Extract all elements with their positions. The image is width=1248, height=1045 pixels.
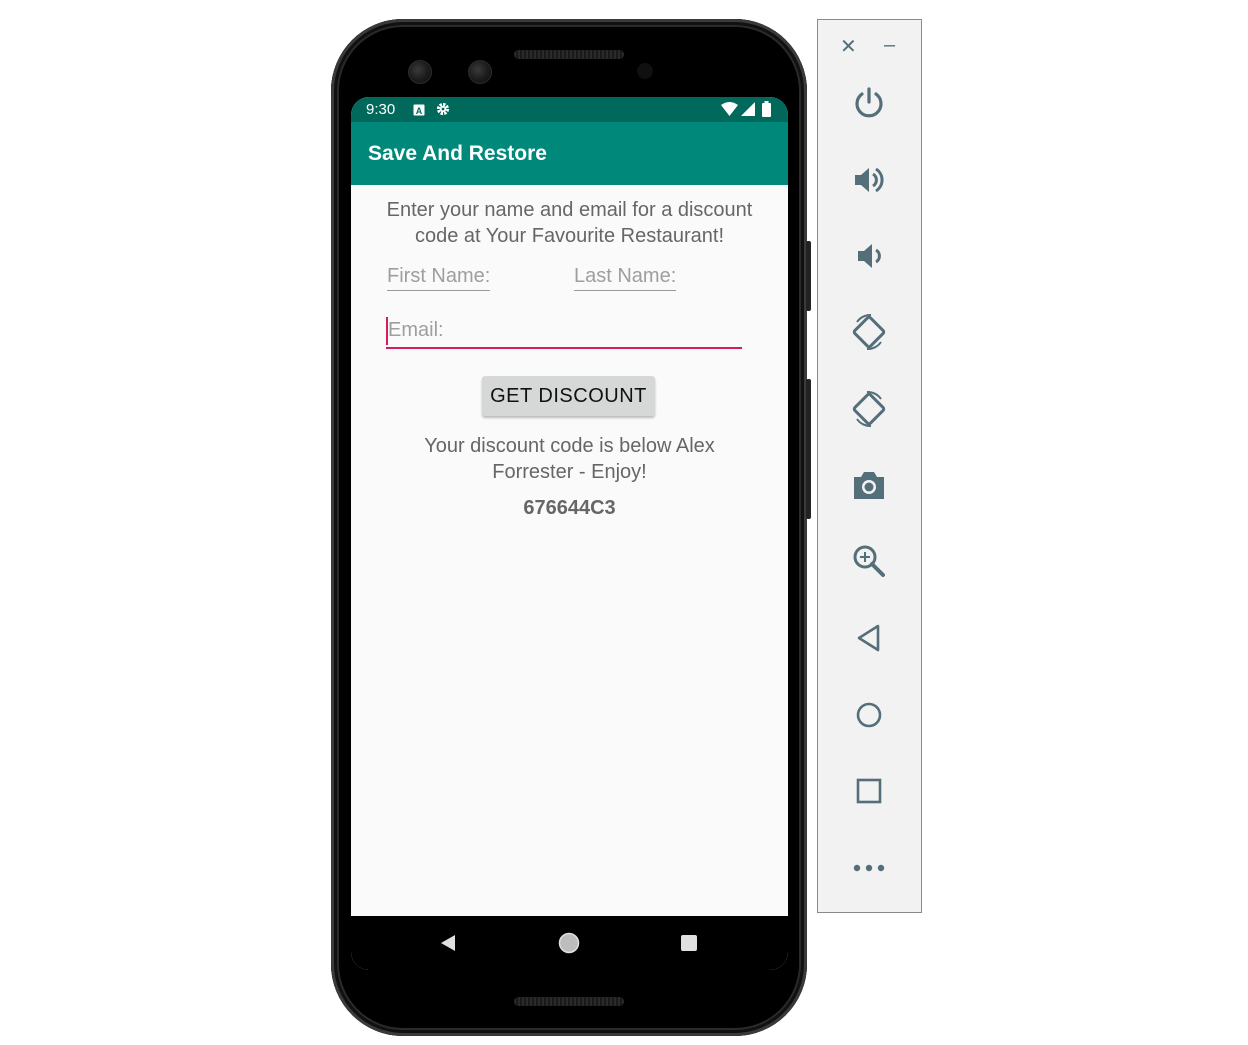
signal-icon — [741, 102, 755, 120]
emulator-window: 9:30 A Save And Restore Enter your name … — [0, 0, 1248, 1045]
app-bar: Save And Restore — [351, 122, 788, 185]
rotate-right-icon[interactable] — [849, 389, 889, 429]
intro-text: Enter your name and email for a discount… — [351, 197, 788, 249]
svg-text:A: A — [416, 106, 423, 116]
front-camera-2-icon — [468, 60, 492, 84]
close-icon[interactable]: ✕ — [840, 34, 857, 59]
intro-line-2: code at Your Favourite Restaurant! — [414, 225, 725, 247]
status-bar: 9:30 A — [351, 97, 788, 122]
device-screen: 9:30 A Save And Restore Enter your name … — [351, 97, 788, 970]
first-name-field[interactable]: First Name: — [387, 265, 491, 291]
back-icon[interactable] — [439, 934, 457, 957]
navigation-bar — [351, 916, 788, 970]
app-title: Save And Restore — [368, 142, 547, 165]
power-icon[interactable] — [849, 83, 889, 123]
proximity-sensor — [637, 63, 653, 79]
back-icon[interactable] — [849, 618, 889, 658]
emulator-toolbar: ✕ – — [817, 19, 922, 913]
volume-up-icon[interactable] — [849, 160, 889, 200]
more-icon[interactable] — [849, 848, 889, 888]
zoom-icon[interactable] — [849, 541, 889, 581]
overview-icon[interactable] — [849, 771, 889, 811]
email-field[interactable]: Email: — [386, 317, 742, 349]
settings-icon — [436, 102, 450, 120]
intro-line-1: Enter your name and email for a discount — [386, 199, 753, 221]
get-discount-button[interactable]: GET DISCOUNT — [482, 376, 655, 416]
front-camera-icon — [408, 60, 432, 84]
volume-down-icon[interactable] — [849, 236, 889, 276]
rotate-left-icon[interactable] — [849, 312, 889, 352]
battery-icon — [762, 101, 771, 121]
discount-message: Your discount code is below Alex Forrest… — [351, 433, 788, 485]
status-time: 9:30 — [366, 101, 396, 118]
discount-message-line-2: Forrester - Enjoy! — [492, 461, 647, 483]
minimize-icon[interactable]: – — [884, 34, 895, 57]
home-icon[interactable] — [849, 695, 889, 735]
earpiece-speaker — [514, 50, 624, 59]
wifi-icon — [721, 102, 738, 120]
discount-message-line-1: Your discount code is below Alex — [424, 435, 715, 457]
power-side-button — [806, 241, 811, 311]
camera-icon[interactable] — [849, 465, 889, 505]
last-name-field[interactable]: Last Name: — [574, 265, 677, 291]
email-placeholder: Email: — [388, 319, 444, 341]
discount-code: 676644C3 — [523, 497, 616, 519]
a-box-icon: A — [413, 103, 425, 120]
bottom-speaker — [514, 997, 624, 1006]
volume-side-button — [806, 379, 811, 519]
home-icon[interactable] — [558, 932, 580, 959]
recents-icon[interactable] — [680, 934, 698, 957]
